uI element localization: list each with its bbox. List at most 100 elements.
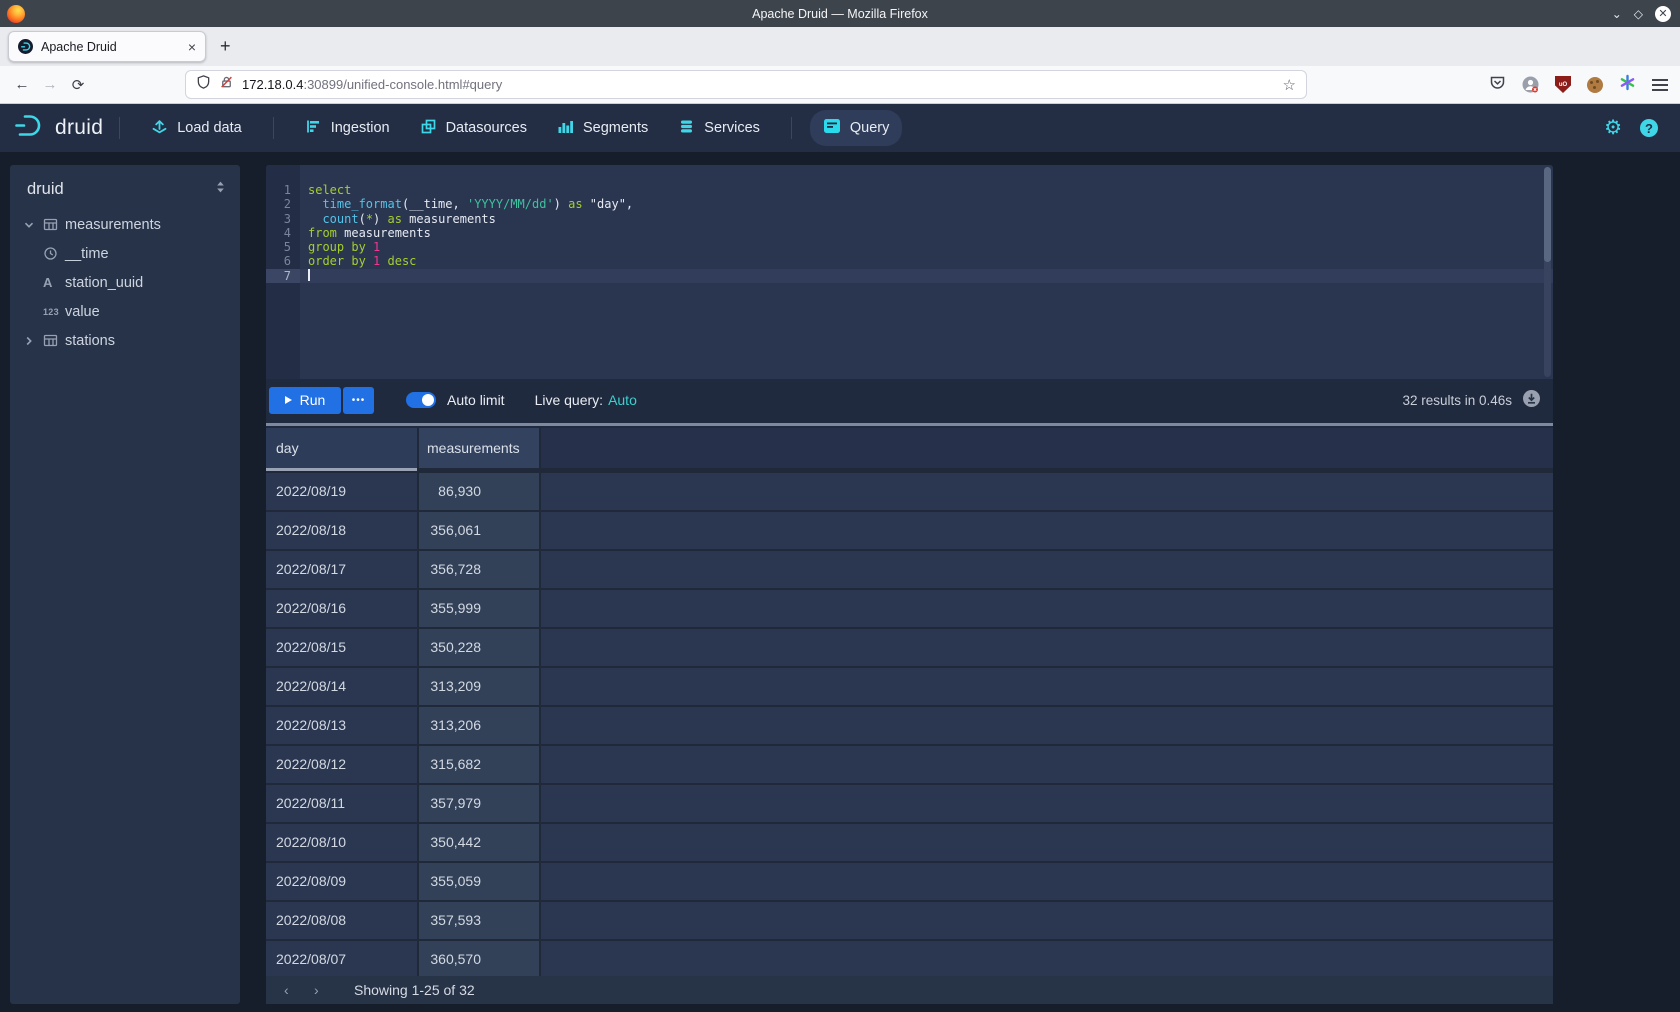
tree-item-__time[interactable]: __time [10,239,240,268]
sql-token-kw: * [366,212,373,226]
cell-measurements[interactable]: 356,728 [419,551,539,588]
column-header-day[interactable]: day [266,428,417,468]
cell-measurements[interactable]: 355,999 [419,590,539,627]
insecure-lock-icon[interactable] [219,74,234,95]
cell-day[interactable]: 2022/08/10 [266,824,417,861]
tree-item-station_uuid[interactable]: Astation_uuid [10,268,240,297]
cell-filler [541,863,1553,900]
nav-item-segments[interactable]: Segments [544,111,661,146]
tree-item-measurements[interactable]: measurements [10,210,240,239]
cell-day[interactable]: 2022/08/16 [266,590,417,627]
cell-measurements[interactable]: 356,061 [419,512,539,549]
window-minimize-button[interactable]: ⌄ [1612,7,1622,21]
cell-day[interactable]: 2022/08/13 [266,707,417,744]
sql-token-fn: count [322,212,358,226]
sql-token-pl [380,254,387,268]
nav-item-services[interactable]: Services [665,111,773,146]
sql-token-fn: time_format [322,197,401,211]
menu-icon[interactable] [1652,76,1668,94]
schema-sidebar: druid measurements__timeAstation_uuid123… [10,165,240,1004]
cell-measurements[interactable]: 86,930 [419,473,539,510]
ublock-origin-icon[interactable]: uO [1555,76,1571,93]
cell-measurements[interactable]: 350,442 [419,824,539,861]
editor-scrollbar[interactable] [1544,167,1551,377]
window-title: Apache Druid — Mozilla Firefox [0,7,1680,21]
help-icon[interactable]: ? [1640,119,1658,137]
cell-day[interactable]: 2022/08/12 [266,746,417,783]
panel-splitter[interactable] [266,423,1553,426]
live-query-label: Live query:Auto [535,392,637,408]
back-icon[interactable]: ← [8,76,36,93]
cell-measurements[interactable]: 350,228 [419,629,539,666]
datasources-icon [420,118,437,139]
next-page-icon[interactable]: › [314,982,344,998]
tab-title: Apache Druid [41,40,180,54]
tracking-shield-icon[interactable] [196,74,211,95]
sql-token-kw: select [308,183,351,197]
cell-day[interactable]: 2022/08/15 [266,629,417,666]
extension-asterisk-icon[interactable] [1619,74,1636,96]
druid-brand[interactable]: druid [14,113,103,143]
chevron-down-icon[interactable] [23,219,43,231]
cell-day[interactable]: 2022/08/09 [266,863,417,900]
tree-item-value[interactable]: 123value [10,297,240,326]
cell-measurements[interactable]: 315,682 [419,746,539,783]
pocket-icon[interactable] [1489,74,1506,96]
window-close-button[interactable]: ✕ [1655,6,1671,22]
live-query-value[interactable]: Auto [608,392,637,408]
nav-item-label: Load data [177,120,242,136]
bookmark-star-icon[interactable]: ☆ [1283,76,1296,94]
cell-day[interactable]: 2022/08/07 [266,941,417,976]
cell-day[interactable]: 2022/08/11 [266,785,417,822]
url-text[interactable]: 172.18.0.4:30899/unified-console.html#qu… [242,77,502,92]
cell-measurements[interactable]: 313,209 [419,668,539,705]
url-bar[interactable]: 172.18.0.4:30899/unified-console.html#qu… [185,70,1307,99]
cell-day[interactable]: 2022/08/08 [266,902,417,939]
sql-token-kw: group by [308,240,366,254]
table-row: 2022/08/10350,442 [266,824,1553,861]
nav-item-query[interactable]: Query [810,110,903,146]
nav-item-ingestion[interactable]: Ingestion [292,111,403,146]
cell-day[interactable]: 2022/08/19 [266,473,417,510]
auto-limit-label[interactable]: Auto limit [447,392,505,408]
cell-filler [541,551,1553,588]
tab-close-icon[interactable]: × [188,40,196,54]
cell-filler [541,824,1553,861]
cell-day[interactable]: 2022/08/17 [266,551,417,588]
previous-page-icon[interactable]: ‹ [284,982,314,998]
column-header-measurements[interactable]: measurements [419,428,539,468]
run-more-button[interactable]: ••• [343,387,374,414]
cookie-extension-icon[interactable] [1587,77,1603,93]
cell-day[interactable]: 2022/08/14 [266,668,417,705]
run-button[interactable]: Run [269,387,341,414]
cell-measurements[interactable]: 360,570 [419,941,539,976]
text-icon: A [43,275,65,290]
browser-tab[interactable]: Apache Druid × [8,31,206,62]
download-icon[interactable] [1522,389,1541,411]
cell-measurements[interactable]: 313,206 [419,707,539,744]
tree-item-stations[interactable]: stations [10,326,240,355]
schema-name: druid [27,180,215,199]
sql-editor[interactable]: 1234567 select time_format(__time, 'YYYY… [266,165,1553,379]
cell-filler [541,746,1553,783]
cell-measurements-value: 360,570 [425,941,481,976]
window-maximize-button[interactable]: ◇ [1634,7,1643,21]
code-line: count(*) as measurements [308,212,1553,226]
cell-day[interactable]: 2022/08/18 [266,512,417,549]
schema-selector[interactable]: druid [10,165,240,210]
cell-measurements[interactable]: 357,979 [419,785,539,822]
account-icon[interactable] [1522,76,1539,93]
settings-gear-icon[interactable]: ⚙ [1604,118,1622,138]
new-tab-button[interactable]: + [220,36,231,57]
nav-item-load-data[interactable]: Load data [138,111,255,146]
chevron-right-icon[interactable] [23,335,43,347]
reload-icon[interactable]: ⟳ [64,76,92,94]
url-host: 172.18.0.4 [242,77,303,92]
tree-item-label: station_uuid [65,275,143,291]
forward-icon[interactable]: → [36,76,64,93]
line-number: 7 [266,269,300,283]
nav-item-datasources[interactable]: Datasources [407,111,540,146]
auto-limit-toggle[interactable] [406,392,436,408]
cell-measurements[interactable]: 355,059 [419,863,539,900]
cell-measurements[interactable]: 357,593 [419,902,539,939]
